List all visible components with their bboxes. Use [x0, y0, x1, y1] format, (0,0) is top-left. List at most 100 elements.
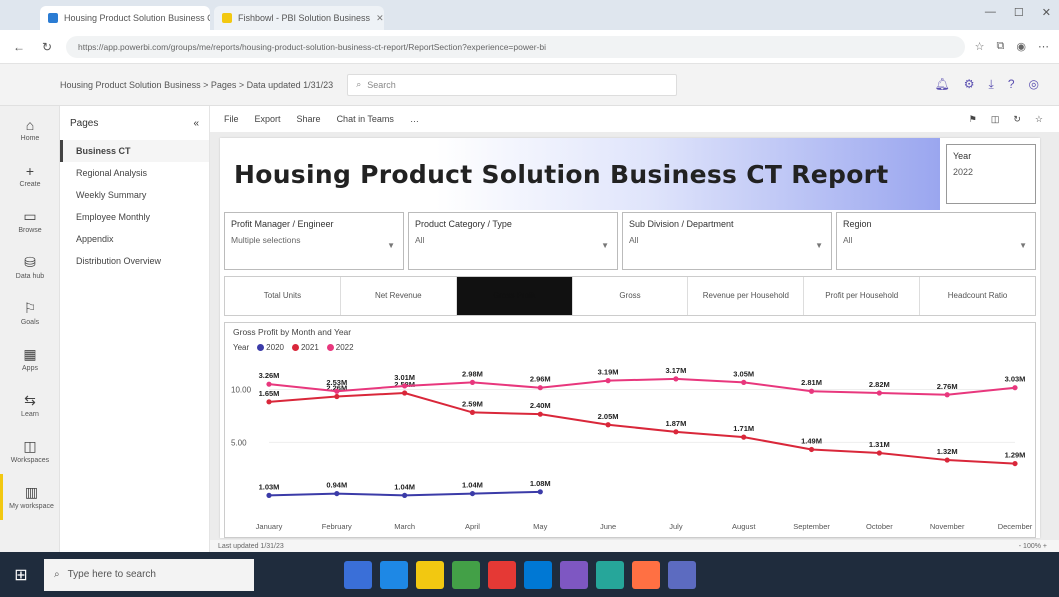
year-slicer[interactable]: Year 2022	[946, 144, 1036, 204]
taskbar-search-input[interactable]: ⌕ Type here to search	[44, 558, 254, 591]
rail-item-goals[interactable]: ⚐ Goals	[0, 290, 60, 336]
favorite-star-icon[interactable]: ☆	[975, 40, 985, 53]
pages-pane: Pages « Business CT Regional Analysis We…	[60, 106, 210, 552]
taskbar-app-icon[interactable]	[668, 560, 696, 589]
taskbar-app-icon[interactable]	[488, 560, 516, 589]
taskbar-app-icon[interactable]	[524, 560, 552, 589]
rail-label: My workspace	[9, 503, 54, 510]
back-icon[interactable]: ←	[10, 40, 28, 54]
rail-label: Workspaces	[10, 457, 50, 464]
settings-gear-icon[interactable]: ⚙	[964, 77, 975, 92]
rail-item-data-hub[interactable]: ⛁ Data hub	[0, 244, 60, 290]
data-point-2022	[266, 381, 272, 387]
windows-start-icon[interactable]: ⊞	[8, 565, 34, 585]
favorite-icon[interactable]: ☆	[1035, 114, 1043, 125]
search-placeholder: Search	[367, 79, 396, 90]
y-tick-label: 10.00	[231, 385, 252, 394]
kpi-gross[interactable]: Gross	[573, 277, 689, 315]
page-item-business-ct[interactable]: Business CT	[60, 140, 209, 162]
notifications-icon[interactable]: 🔔︎	[935, 77, 950, 92]
kpi-headcount-ratio[interactable]: Headcount Ratio	[920, 277, 1035, 315]
legend-item-2021[interactable]: 2021	[291, 343, 319, 352]
data-point-2022	[605, 378, 611, 384]
taskbar-app-icon[interactable]	[380, 560, 408, 589]
chat-teams-button[interactable]: Chat in Teams	[337, 114, 394, 124]
slicer-sub-division[interactable]: Sub Division / Department All ▼	[622, 212, 832, 270]
help-icon[interactable]: ?	[1008, 77, 1015, 92]
tab-label: Fishbowl - PBI Solution Business	[238, 13, 371, 23]
close-window-icon[interactable]: ✕	[1042, 6, 1051, 19]
kpi-profit-household[interactable]: Profit per Household	[804, 277, 921, 315]
view-icon[interactable]: ◫	[991, 114, 1000, 125]
taskbar-app-icon[interactable]	[632, 560, 660, 589]
export-menu[interactable]: Export	[255, 114, 281, 124]
url-field[interactable]: https://app.powerbi.com/groups/me/report…	[66, 35, 965, 58]
zoom-control[interactable]: - 100% +	[1019, 543, 1047, 550]
data-label-2022: 3.01M	[394, 373, 415, 382]
data-point-2021	[876, 450, 882, 456]
kpi-gross-profit[interactable]: Gross Profit	[456, 277, 573, 315]
powerbi-favicon-icon	[48, 13, 58, 23]
bookmark-icon[interactable]: ⚑	[969, 114, 977, 125]
rail-item-workspaces[interactable]: ◫ Workspaces	[0, 428, 60, 474]
kpi-total-units[interactable]: Total Units	[225, 277, 341, 315]
browser-menu-icon[interactable]: ⋯	[1038, 40, 1049, 53]
data-label-2022: 2.81M	[801, 378, 822, 387]
minimize-icon[interactable]: —	[985, 6, 996, 19]
rail-item-learn[interactable]: ⇆ Learn	[0, 382, 60, 428]
refresh-visuals-icon[interactable]: ↻	[1013, 114, 1021, 125]
rail-item-create[interactable]: + Create	[0, 152, 60, 198]
maximize-icon[interactable]: ☐	[1014, 6, 1024, 19]
line-chart-visual[interactable]: Gross Profit by Month and Year Year 2020…	[224, 322, 1036, 538]
download-icon[interactable]: ⤓	[989, 77, 994, 92]
data-label-2021: 2.40M	[530, 401, 551, 410]
slicer-profit-manager[interactable]: Profit Manager / Engineer Multiple selec…	[224, 212, 404, 270]
data-point-2021	[808, 446, 815, 453]
search-input[interactable]: ⌕ Search	[347, 73, 678, 96]
rail-item-my-workspace[interactable]: ▥ My workspace	[0, 474, 60, 520]
page-item-appendix[interactable]: Appendix	[60, 228, 209, 250]
taskbar-app-icon[interactable]	[416, 560, 444, 589]
rail-item-apps[interactable]: ▦ Apps	[0, 336, 60, 382]
page-item-regional[interactable]: Regional Analysis	[60, 162, 209, 184]
window-controls: — ☐ ✕	[985, 6, 1051, 19]
taskbar-app-icon[interactable]	[596, 560, 624, 589]
page-item-weekly[interactable]: Weekly Summary	[60, 184, 209, 206]
kpi-net-revenue[interactable]: Net Revenue	[341, 277, 457, 315]
extensions-icon[interactable]: ⧉	[997, 40, 1005, 53]
collapse-pane-icon[interactable]: «	[193, 118, 199, 129]
rail-label: Browse	[18, 227, 42, 234]
file-menu[interactable]: File	[224, 114, 239, 124]
home-icon: ⌂	[25, 116, 35, 133]
account-icon[interactable]: ◎	[1029, 77, 1039, 92]
page-item-employee[interactable]: Employee Monthly	[60, 206, 209, 228]
browser-tab-other[interactable]: Fishbowl - PBI Solution Business ✕	[214, 6, 384, 30]
taskbar-app-icon[interactable]	[344, 560, 372, 589]
data-point-2022	[944, 392, 950, 398]
powerbi-favicon-icon	[222, 13, 232, 23]
kpi-revenue-household[interactable]: Revenue per Household	[688, 277, 805, 315]
rail-item-browse[interactable]: ▭ Browse	[0, 198, 60, 244]
profile-icon[interactable]: ◉	[1016, 40, 1026, 53]
taskbar-app-icon[interactable]	[560, 560, 588, 589]
legend-item-2020[interactable]: 2020	[257, 343, 284, 352]
refresh-icon[interactable]: ↻	[38, 40, 56, 54]
share-button[interactable]: Share	[297, 114, 321, 124]
browser-tab-report[interactable]: Housing Product Solution Business CT ✕	[40, 6, 210, 30]
rail-item-home[interactable]: ⌂ Home	[0, 106, 60, 152]
close-icon[interactable]: ✕	[376, 13, 384, 24]
rail-label: Apps	[22, 365, 38, 372]
database-icon: ⛁	[24, 254, 36, 270]
slicer-region[interactable]: Region All ▼	[836, 212, 1036, 270]
data-point-2022	[673, 376, 679, 382]
slicer-product-category[interactable]: Product Category / Type All ▼	[408, 212, 618, 270]
data-label-2021: 1.31M	[869, 440, 890, 449]
legend-item-2022[interactable]: 2022	[326, 343, 354, 352]
more-options[interactable]: …	[410, 114, 419, 124]
data-label-2020: 1.04M	[394, 482, 415, 491]
breadcrumb[interactable]: Housing Product Solution Business > Page…	[60, 80, 333, 90]
page-item-distribution[interactable]: Distribution Overview	[60, 250, 209, 272]
taskbar-app-icon[interactable]	[452, 560, 480, 589]
report-page: Housing Product Solution Business CT Rep…	[220, 138, 1040, 538]
data-point-2021	[266, 399, 272, 405]
